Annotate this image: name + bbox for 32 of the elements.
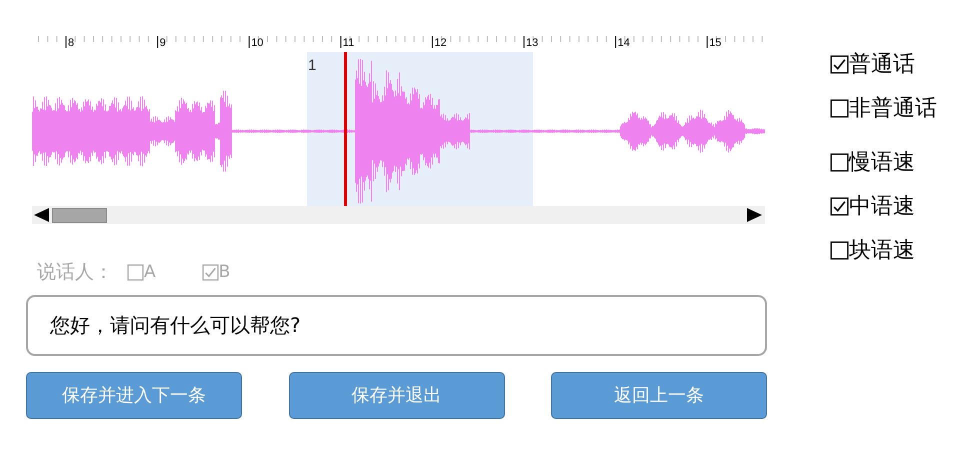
scroll-right-icon[interactable] bbox=[747, 208, 763, 222]
option-label: 中语速 bbox=[849, 192, 915, 220]
option-label: 慢语速 bbox=[849, 148, 915, 176]
scrollbar-thumb[interactable] bbox=[52, 208, 107, 223]
option-label: 普通话 bbox=[849, 50, 915, 78]
option-label: 非普通话 bbox=[849, 94, 937, 122]
option-label: 块语速 bbox=[849, 236, 915, 264]
action-button[interactable]: 返回上一条 bbox=[551, 372, 767, 418]
speaker-option-label: A bbox=[144, 260, 156, 284]
transcript-field[interactable]: 您好，请问有什么可以帮您? bbox=[26, 294, 767, 356]
time-label: 9 bbox=[160, 37, 166, 49]
time-label: 15 bbox=[709, 37, 722, 49]
scroll-left-icon[interactable] bbox=[34, 208, 50, 222]
time-label: 13 bbox=[526, 37, 538, 49]
time-label: 14 bbox=[618, 37, 630, 49]
checkbox[interactable] bbox=[830, 54, 849, 74]
time-label: 12 bbox=[434, 37, 447, 49]
segment-label: 1 bbox=[308, 57, 316, 74]
time-label: 11 bbox=[342, 37, 354, 49]
checkbox[interactable] bbox=[830, 152, 849, 172]
scrollbar[interactable] bbox=[32, 206, 765, 224]
checkbox[interactable] bbox=[830, 196, 849, 216]
checkbox[interactable] bbox=[202, 264, 219, 281]
checkbox[interactable] bbox=[830, 240, 849, 260]
checkbox[interactable] bbox=[127, 264, 144, 281]
time-label: 10 bbox=[251, 37, 264, 49]
speaker-label: 说话人： bbox=[37, 260, 113, 285]
time-label: 8 bbox=[68, 37, 74, 49]
checkbox[interactable] bbox=[830, 98, 849, 118]
speaker-option-label: B bbox=[218, 260, 230, 284]
action-button[interactable]: 保存并退出 bbox=[288, 372, 504, 418]
action-button[interactable]: 保存并进入下一条 bbox=[26, 372, 242, 418]
